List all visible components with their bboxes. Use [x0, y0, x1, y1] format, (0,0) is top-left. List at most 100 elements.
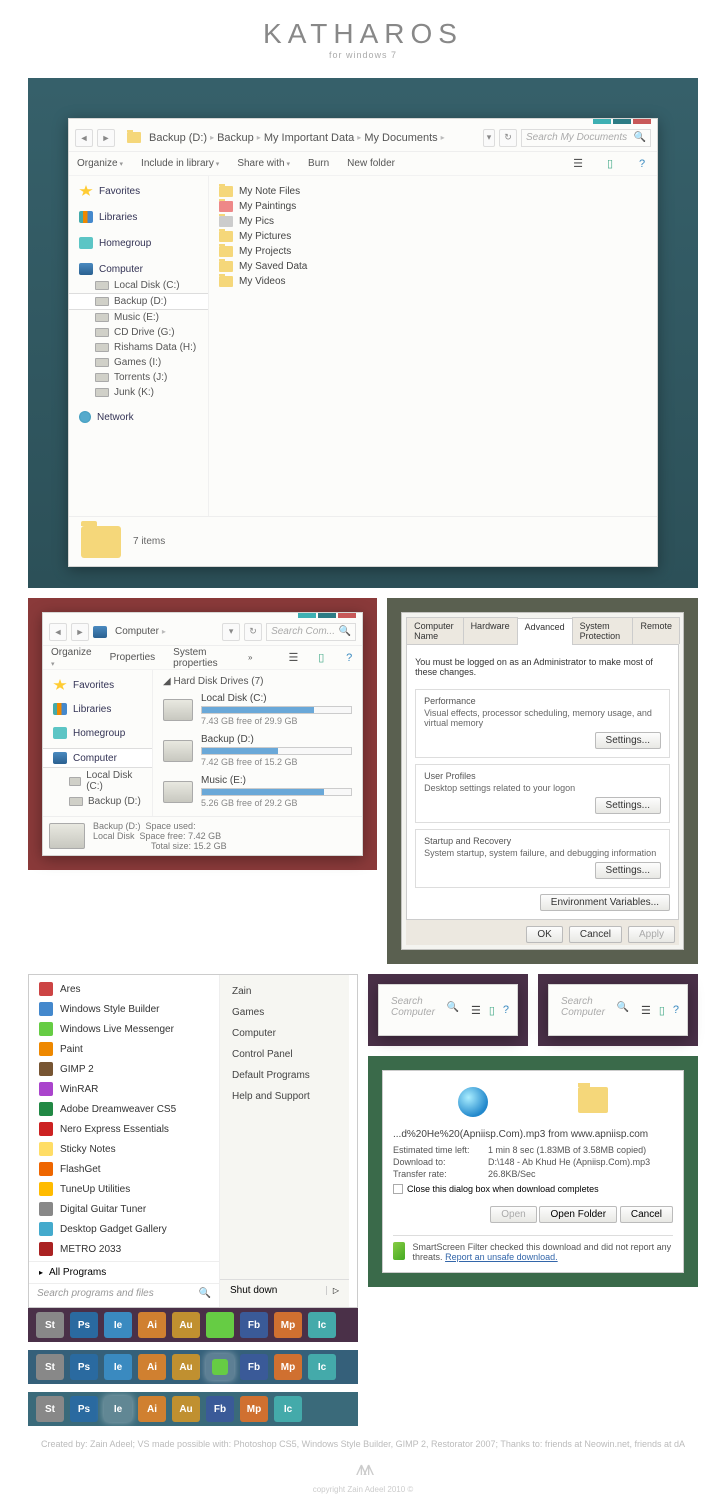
help-link[interactable]: Help and Support — [220, 1086, 349, 1107]
forward-button[interactable]: ► — [71, 623, 89, 641]
taskbar-icon[interactable]: Ai — [138, 1354, 166, 1380]
settings-button[interactable]: Settings... — [595, 862, 661, 879]
taskbar-icon[interactable]: Au — [172, 1312, 200, 1338]
drive-item[interactable]: Music (E:) — [69, 310, 208, 325]
taskbar-icon[interactable]: Ai — [138, 1396, 166, 1422]
search-input[interactable]: Search My Documents🔍 — [521, 129, 651, 147]
close-when-done-checkbox[interactable]: Close this dialog box when download comp… — [393, 1180, 673, 1198]
list-item[interactable]: My Projects — [219, 244, 647, 259]
taskbar-icon[interactable]: Ps — [70, 1354, 98, 1380]
organize-menu[interactable]: Organize — [77, 158, 123, 169]
start-menu-item[interactable]: Windows Style Builder — [29, 999, 219, 1019]
search-input[interactable]: Search Com...🔍 — [266, 623, 356, 641]
libraries-group[interactable]: Libraries — [69, 208, 208, 226]
taskbar-icon[interactable]: Ps — [70, 1312, 98, 1338]
drive-item[interactable]: Junk (K:) — [69, 385, 208, 400]
drive-tile[interactable]: Backup (D:)7.42 GB free of 15.2 GB — [157, 730, 358, 771]
breadcrumb[interactable]: Backup (D:)▸ Backup▸ My Important Data▸ … — [145, 132, 479, 144]
tab-system-protection[interactable]: System Protection — [572, 617, 634, 644]
settings-button[interactable]: Settings... — [595, 732, 661, 749]
drive-item[interactable]: Local Disk (C:) — [69, 278, 208, 293]
default-programs-link[interactable]: Default Programs — [220, 1065, 349, 1086]
computer-group[interactable]: Computer — [69, 260, 208, 278]
maximize-button[interactable] — [613, 119, 631, 124]
burn-button[interactable]: Burn — [308, 158, 329, 169]
envvars-button[interactable]: Environment Variables... — [540, 894, 670, 911]
all-programs[interactable]: ▸All Programs — [29, 1261, 219, 1283]
properties-button[interactable]: Properties — [110, 652, 156, 663]
list-item[interactable]: My Pics — [219, 214, 647, 229]
favorites-group[interactable]: Favorites — [69, 182, 208, 200]
start-menu-item[interactable]: FlashGet — [29, 1159, 219, 1179]
search-input[interactable]: Search Computer🔍 — [557, 998, 633, 1016]
ok-button[interactable]: OK — [526, 926, 562, 943]
apply-button[interactable]: Apply — [628, 926, 675, 943]
taskbar-icon[interactable]: Ie — [104, 1312, 132, 1338]
help-icon[interactable]: ? — [635, 157, 649, 171]
taskbar-icon[interactable]: Ic — [308, 1354, 336, 1380]
taskbar-icon[interactable]: Fb — [240, 1354, 268, 1380]
forward-button[interactable]: ► — [97, 129, 115, 147]
organize-menu[interactable]: Organize — [51, 647, 92, 669]
taskbar-icon[interactable]: Fb — [206, 1396, 234, 1422]
start-menu-item[interactable]: Ares — [29, 979, 219, 999]
drive-item[interactable]: Games (I:) — [69, 355, 208, 370]
shutdown-button[interactable]: Shut down▷ — [220, 1279, 349, 1301]
computer-link[interactable]: Computer — [220, 1023, 349, 1044]
view-icon[interactable]: ☰ — [571, 157, 585, 171]
games-link[interactable]: Games — [220, 1002, 349, 1023]
drive-item[interactable]: CD Drive (G:) — [69, 325, 208, 340]
network-group[interactable]: Network — [69, 408, 208, 426]
taskbar-icon[interactable]: Ps — [70, 1396, 98, 1422]
refresh-button[interactable]: ↻ — [499, 129, 517, 147]
taskbar-icon[interactable] — [206, 1312, 234, 1338]
tab-remote[interactable]: Remote — [632, 617, 680, 644]
preview-pane-icon[interactable]: ▯ — [603, 157, 617, 171]
list-item[interactable]: My Paintings — [219, 199, 647, 214]
control-panel-link[interactable]: Control Panel — [220, 1044, 349, 1065]
taskbar-icon[interactable]: Ic — [274, 1396, 302, 1422]
start-menu-item[interactable]: Windows Live Messenger — [29, 1019, 219, 1039]
taskbar-icon[interactable]: St — [36, 1354, 64, 1380]
list-item[interactable]: My Saved Data — [219, 259, 647, 274]
list-item[interactable]: My Pictures — [219, 229, 647, 244]
include-library-menu[interactable]: Include in library — [141, 158, 219, 169]
start-menu-item[interactable]: Nero Express Essentials — [29, 1119, 219, 1139]
search-input[interactable]: Search Computer🔍 — [387, 998, 463, 1016]
report-link[interactable]: Report an unsafe download. — [445, 1252, 558, 1262]
taskbar-icon[interactable]: Ie — [104, 1396, 132, 1422]
history-drop[interactable]: ▾ — [483, 129, 495, 147]
drive-item-selected[interactable]: Backup (D:) — [69, 293, 208, 310]
taskbar-icon[interactable]: St — [36, 1396, 64, 1422]
tab-advanced[interactable]: Advanced — [517, 618, 573, 645]
taskbar-icon[interactable]: Fb — [240, 1312, 268, 1338]
list-item[interactable]: My Videos — [219, 274, 647, 289]
start-menu-item[interactable]: GIMP 2 — [29, 1059, 219, 1079]
taskbar-icon[interactable]: Ic — [308, 1312, 336, 1338]
start-menu-item[interactable]: Digital Guitar Tuner — [29, 1199, 219, 1219]
openfolder-button[interactable]: Open Folder — [539, 1206, 617, 1223]
taskbar-icon[interactable]: Ai — [138, 1312, 166, 1338]
share-menu[interactable]: Share with — [237, 158, 290, 169]
taskbar-icon[interactable] — [206, 1354, 234, 1380]
start-menu-item[interactable]: Desktop Gadget Gallery — [29, 1219, 219, 1239]
cancel-button[interactable]: Cancel — [620, 1206, 673, 1223]
minimize-button[interactable] — [593, 119, 611, 124]
start-menu-item[interactable]: Paint — [29, 1039, 219, 1059]
start-search[interactable]: Search programs and files🔍 — [29, 1283, 219, 1303]
drive-tile[interactable]: Music (E:)5.26 GB free of 29.2 GB — [157, 771, 358, 812]
cancel-button[interactable]: Cancel — [569, 926, 622, 943]
taskbar-icon[interactable]: Mp — [274, 1354, 302, 1380]
newfolder-button[interactable]: New folder — [347, 158, 395, 169]
back-button[interactable]: ◄ — [75, 129, 93, 147]
start-menu-item[interactable]: Sticky Notes — [29, 1139, 219, 1159]
tab-computer-name[interactable]: Computer Name — [406, 617, 463, 644]
start-menu-item[interactable]: TuneUp Utilities — [29, 1179, 219, 1199]
taskbar-icon[interactable]: Ie — [104, 1354, 132, 1380]
start-menu-item[interactable]: METRO 2033 — [29, 1239, 219, 1259]
taskbar-icon[interactable]: Mp — [240, 1396, 268, 1422]
close-button[interactable] — [633, 119, 651, 124]
tab-hardware[interactable]: Hardware — [463, 617, 518, 644]
start-menu-item[interactable]: Adobe Dreamweaver CS5 — [29, 1099, 219, 1119]
taskbar-icon[interactable]: Mp — [274, 1312, 302, 1338]
